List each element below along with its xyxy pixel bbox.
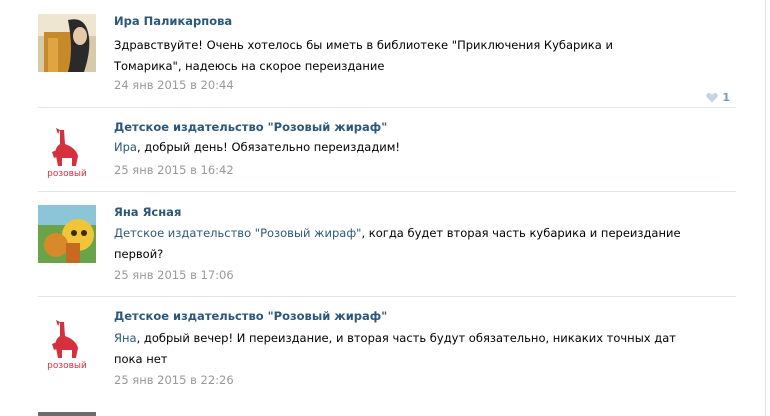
comment-item: Ира Паликарпова Здравствуйте! Очень хоте… [38,14,736,104]
comment-author[interactable]: Детское издательство "Розовый жираф" [114,309,387,323]
painted-picture-icon [38,205,96,263]
comment-author[interactable]: Детское издательство "Розовый жираф" [114,120,387,134]
logo-text: розовый [47,361,87,371]
pink-giraffe-logo-icon: розовый [38,122,96,180]
comment-text-rest: , добрый день! Обязательно переиздадим! [136,140,401,154]
logo-text: розовый [47,169,87,179]
comment-item: розовый Детское издательство "Розовый жи… [38,309,736,394]
heart-icon [706,92,719,103]
mention-link[interactable]: Яна [114,331,137,345]
comment-item: Яна Ясная Детское издательство "Розовый … [38,205,736,290]
comment-text: Детское издательство "Розовый жираф", ко… [114,223,684,265]
comments-page: Ира Паликарпова Здравствуйте! Очень хоте… [0,0,770,416]
comment-date[interactable]: 24 янв 2015 в 20:44 [114,78,234,92]
next-avatar-edge [38,412,96,416]
right-border [765,0,766,416]
separator [38,296,736,297]
avatar[interactable] [38,14,96,72]
comment-text: Здравствуйте! Очень хотелось бы иметь в … [114,38,613,73]
like-count: 1 [722,91,730,104]
person-photo-icon [38,14,96,72]
pink-giraffe-logo-icon: розовый [38,314,96,372]
comment-text: Яна, добрый вечер! И переиздание, и втор… [114,328,684,370]
comment-item: розовый Детское издательство "Розовый жи… [38,120,736,190]
avatar[interactable] [38,205,96,263]
separator [38,191,736,192]
mention-link[interactable]: Детское издательство "Розовый жираф" [114,226,361,240]
comment-date[interactable]: 25 янв 2015 в 22:26 [114,373,234,387]
comment-date[interactable]: 25 янв 2015 в 16:42 [114,163,234,177]
comment-text-rest: , добрый вечер! И переиздание, и вторая … [114,331,676,366]
avatar[interactable]: розовый [38,122,96,180]
avatar[interactable]: розовый [38,314,96,372]
comment-author[interactable]: Яна Ясная [114,205,181,219]
separator [38,107,736,108]
like-button[interactable]: 1 [706,91,730,104]
comment-author[interactable]: Ира Паликарпова [114,14,232,28]
comment-text: Ира, добрый день! Обязательно переиздади… [114,137,684,158]
mention-link[interactable]: Ира [114,140,137,154]
comment-date[interactable]: 25 янв 2015 в 17:06 [114,268,234,282]
